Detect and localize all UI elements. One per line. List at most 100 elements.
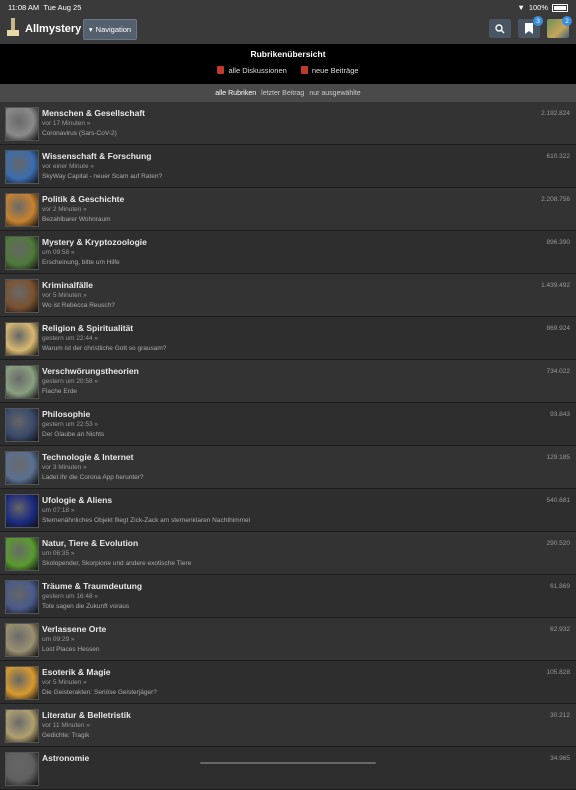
category-thumbnail[interactable] bbox=[5, 107, 39, 141]
category-last-thread[interactable]: Gedichte: Tragik bbox=[42, 732, 89, 739]
category-name[interactable]: Astronomie bbox=[42, 753, 89, 763]
navigation-button[interactable]: ▾ Navigation bbox=[83, 19, 137, 40]
category-name[interactable]: Esoterik & Magie bbox=[42, 667, 111, 677]
category-last-thread[interactable]: Coronavirus (Sars-CoV-2) bbox=[42, 130, 117, 137]
search-button[interactable] bbox=[489, 19, 511, 38]
category-thumbnail[interactable] bbox=[5, 150, 39, 184]
category-thumbnail[interactable] bbox=[5, 537, 39, 571]
category-row[interactable]: Verschwörungstheorien gestern um 20:58 » F… bbox=[0, 360, 576, 403]
category-last-thread[interactable]: Erscheinung, bitte um Hilfe bbox=[42, 259, 120, 266]
category-last-time[interactable]: vor 11 Minuten » bbox=[42, 722, 90, 729]
category-row[interactable]: Kriminalfälle vor 5 Minuten » Wo ist Rebec… bbox=[0, 274, 576, 317]
category-row[interactable]: Wissenschaft & Forschung vor einer Minute… bbox=[0, 145, 576, 188]
category-post-count: 93.843 bbox=[550, 411, 570, 418]
category-row[interactable]: Mystery & Kryptozoologie um 09:58 » Ersche… bbox=[0, 231, 576, 274]
category-last-time[interactable]: vor 2 Minuten » bbox=[42, 206, 87, 213]
category-last-time[interactable]: gestern um 22:53 » bbox=[42, 421, 98, 428]
category-name[interactable]: Literatur & Belletristik bbox=[42, 710, 131, 720]
category-last-thread[interactable]: SkyWay Capital - neuer Scam auf Raten? bbox=[42, 173, 162, 180]
category-last-thread[interactable]: Sternenähnliches Objekt fliegt Zick-Zack… bbox=[42, 517, 250, 524]
user-avatar[interactable]: 2 bbox=[547, 16, 572, 38]
category-thumbnail[interactable] bbox=[5, 408, 39, 442]
category-thumbnail[interactable] bbox=[5, 709, 39, 743]
category-last-thread[interactable]: Flache Erde bbox=[42, 388, 77, 395]
status-time: 11:08 AM Tue Aug 25 bbox=[8, 3, 82, 12]
category-thumbnail[interactable] bbox=[5, 623, 39, 657]
category-post-count: 1.439.492 bbox=[541, 282, 570, 289]
category-name[interactable]: Ufologie & Aliens bbox=[42, 495, 112, 505]
category-name[interactable]: Technologie & Internet bbox=[42, 452, 133, 462]
category-row[interactable]: Politik & Geschichte vor 2 Minuten » Bezah… bbox=[0, 188, 576, 231]
category-name[interactable]: Politik & Geschichte bbox=[42, 194, 124, 204]
category-thumbnail[interactable] bbox=[5, 752, 39, 786]
category-last-time[interactable]: vor einer Minute » bbox=[42, 163, 94, 170]
category-name[interactable]: Kriminalfälle bbox=[42, 280, 93, 290]
category-thumbnail[interactable] bbox=[5, 365, 39, 399]
category-thumbnail[interactable] bbox=[5, 279, 39, 313]
category-row[interactable]: Träume & Traumdeutung gestern um 16:48 » T… bbox=[0, 575, 576, 618]
category-last-time[interactable]: vor 3 Minuten » bbox=[42, 464, 87, 471]
category-name[interactable]: Philosophie bbox=[42, 409, 90, 419]
category-last-thread[interactable]: Lost Places Hessen bbox=[42, 646, 99, 653]
category-row[interactable]: Technologie & Internet vor 3 Minuten » Lad… bbox=[0, 446, 576, 489]
category-last-time[interactable]: um 09:58 » bbox=[42, 249, 75, 256]
category-last-thread[interactable]: Der Glaube an Nichts bbox=[42, 431, 104, 438]
category-last-thread[interactable]: Skolopender, Skorpione und andere exotis… bbox=[42, 560, 191, 567]
new-posts-link[interactable]: neue Beiträge bbox=[300, 66, 359, 75]
app-name[interactable]: Allmystery bbox=[25, 23, 81, 35]
category-row[interactable]: Verlassene Orte um 09:29 » Lost Places Hes… bbox=[0, 618, 576, 661]
category-last-time[interactable]: gestern um 22:44 » bbox=[42, 335, 98, 342]
filter-all[interactable]: alle Rubriken bbox=[215, 90, 256, 97]
category-row[interactable]: Menschen & Gesellschaft vor 17 Minuten » C… bbox=[0, 102, 576, 145]
bookmarks-button[interactable]: 3 bbox=[518, 16, 543, 38]
category-last-time[interactable]: um 06:35 » bbox=[42, 550, 75, 557]
category-row[interactable]: Philosophie gestern um 22:53 » Der Glaube … bbox=[0, 403, 576, 446]
category-name[interactable]: Religion & Spiritualität bbox=[42, 323, 133, 333]
category-row[interactable]: Ufologie & Aliens um 07:18 » Sternenähnlic… bbox=[0, 489, 576, 532]
category-row[interactable]: Astronomie 34.965 bbox=[0, 747, 576, 790]
all-discussions-link[interactable]: alle Diskussionen bbox=[217, 66, 287, 75]
category-thumbnail[interactable] bbox=[5, 193, 39, 227]
category-thumbnail[interactable] bbox=[5, 494, 39, 528]
wifi-icon: ▼ bbox=[517, 3, 525, 12]
category-last-time[interactable]: um 07:18 » bbox=[42, 507, 75, 514]
status-bar: 11:08 AM Tue Aug 25 ▼ 100% bbox=[0, 0, 576, 14]
category-post-count: 105.828 bbox=[546, 669, 571, 676]
category-row[interactable]: Literatur & Belletristik vor 11 Minuten »… bbox=[0, 704, 576, 747]
category-row[interactable]: Religion & Spiritualität gestern um 22:44… bbox=[0, 317, 576, 360]
category-name[interactable]: Verlassene Orte bbox=[42, 624, 106, 634]
category-name[interactable]: Träume & Traumdeutung bbox=[42, 581, 142, 591]
category-row[interactable]: Esoterik & Magie vor 5 Minuten » Die Geist… bbox=[0, 661, 576, 704]
category-row[interactable]: Natur, Tiere & Evolution um 06:35 » Skolop… bbox=[0, 532, 576, 575]
category-last-thread[interactable]: Bezahlbarer Wohnraum bbox=[42, 216, 111, 223]
category-last-thread[interactable]: Ladet ihr die Corona App herunter? bbox=[42, 474, 144, 481]
category-name[interactable]: Wissenschaft & Forschung bbox=[42, 151, 152, 161]
filter-selected[interactable]: nur ausgewählte bbox=[309, 90, 360, 97]
category-thumbnail[interactable] bbox=[5, 666, 39, 700]
category-last-time[interactable]: vor 17 Minuten » bbox=[42, 120, 90, 127]
category-thumbnail[interactable] bbox=[5, 451, 39, 485]
page-title: Rubrikenübersicht bbox=[250, 49, 326, 59]
category-thumbnail[interactable] bbox=[5, 580, 39, 614]
category-name[interactable]: Menschen & Gesellschaft bbox=[42, 108, 145, 118]
category-last-time[interactable]: vor 5 Minuten » bbox=[42, 292, 87, 299]
category-last-time[interactable]: um 09:29 » bbox=[42, 636, 75, 643]
category-last-thread[interactable]: Warum ist der christliche Gott so grausa… bbox=[42, 345, 166, 352]
category-last-time[interactable]: gestern um 16:48 » bbox=[42, 593, 98, 600]
category-thumbnail[interactable] bbox=[5, 322, 39, 356]
category-name[interactable]: Mystery & Kryptozoologie bbox=[42, 237, 147, 247]
category-thumbnail[interactable] bbox=[5, 236, 39, 270]
category-last-thread[interactable]: Die Geisterakten: Seriöse Geisterjäger? bbox=[42, 689, 157, 696]
category-last-thread[interactable]: Wo ist Rebecca Reusch? bbox=[42, 302, 115, 309]
category-post-count: 129.185 bbox=[546, 454, 571, 461]
category-last-time[interactable]: vor 5 Minuten » bbox=[42, 679, 87, 686]
page-header: Rubrikenübersicht alle Diskussionen neue… bbox=[0, 44, 576, 84]
filter-last[interactable]: letzter Beitrag bbox=[261, 90, 304, 97]
category-last-time[interactable]: gestern um 20:58 » bbox=[42, 378, 98, 385]
category-last-thread[interactable]: Tote sagen die Zukunft voraus bbox=[42, 603, 129, 610]
category-name[interactable]: Natur, Tiere & Evolution bbox=[42, 538, 138, 548]
category-name[interactable]: Verschwörungstheorien bbox=[42, 366, 139, 376]
navigation-label: Navigation bbox=[95, 25, 132, 34]
logo-icon[interactable] bbox=[6, 18, 20, 38]
category-post-count: 62.932 bbox=[550, 626, 570, 633]
